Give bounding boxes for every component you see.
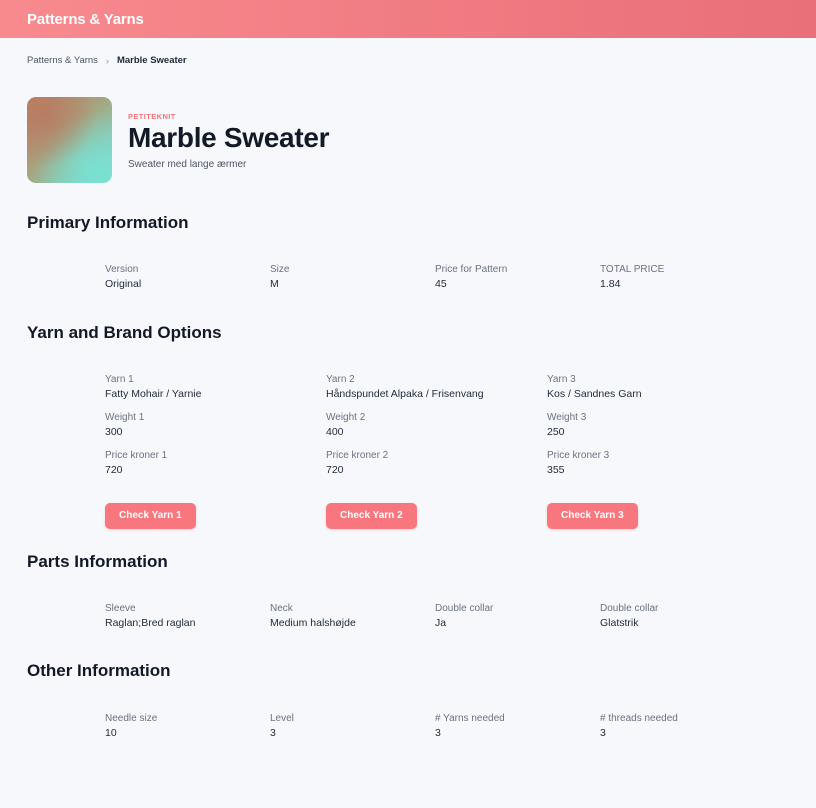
yarn-label: Yarn 3 (547, 374, 576, 385)
field-label: Version (105, 264, 139, 275)
top-bar: Patterns & Yarns (0, 0, 816, 38)
field-value: 45 (435, 278, 447, 290)
yarn-value: Kos / Sandnes Garn (547, 388, 642, 400)
other-information-heading: Other Information (27, 661, 171, 680)
app-title[interactable]: Patterns & Yarns (27, 11, 144, 28)
weight-label: Weight 1 (105, 412, 145, 423)
check-yarn-1-button[interactable]: Check Yarn 1 (105, 503, 196, 529)
field-label: TOTAL PRICE (600, 264, 665, 275)
price-value: 720 (326, 464, 344, 476)
field-needle-size: Needle size 10 (105, 713, 270, 739)
weight-value: 400 (326, 426, 344, 438)
weight-label: Weight 3 (547, 412, 587, 423)
price-label: Price kroner 3 (547, 450, 610, 461)
yarn-option-3: Yarn 3 Kos / Sandnes Garn Weight 3 250 P… (547, 374, 768, 529)
field-label: Double collar (600, 603, 659, 614)
field-value: 1.84 (600, 278, 621, 290)
field-label: Needle size (105, 713, 158, 724)
yarn-options-grid: Yarn 1 Fatty Mohair / Yarnie Weight 1 30… (105, 374, 768, 529)
price-value: 720 (105, 464, 123, 476)
pattern-thumbnail (27, 97, 112, 183)
price-label: Price kroner 2 (326, 450, 389, 461)
field-double-collar: Double collar Ja (435, 603, 600, 629)
field-label: Sleeve (105, 603, 136, 614)
field-value: Original (105, 278, 142, 290)
breadcrumb-current: Marble Sweater (116, 55, 187, 66)
field-value: 3 (600, 727, 606, 739)
field-price-for-pattern: Price for Pattern 45 (435, 264, 600, 290)
yarn-option-1: Yarn 1 Fatty Mohair / Yarnie Weight 1 30… (105, 374, 326, 529)
price-label: Price kroner 1 (105, 450, 168, 461)
weight-value: 300 (105, 426, 123, 438)
pattern-brand: PETITEKNIT (128, 112, 176, 121)
primary-information-heading: Primary Information (27, 213, 189, 232)
parts-information-heading: Parts Information (27, 552, 168, 571)
check-yarn-3-button[interactable]: Check Yarn 3 (547, 503, 638, 529)
field-value: Raglan;Bred raglan (105, 617, 196, 629)
pattern-subtitle: Sweater med lange ærmer (128, 159, 247, 170)
field-total-price: TOTAL PRICE 1.84 (600, 264, 765, 290)
field-label: Level (270, 713, 294, 724)
chevron-right-icon: › (105, 55, 109, 66)
field-label: Neck (270, 603, 293, 614)
field-double-collar-2: Double collar Glatstrik (600, 603, 765, 629)
field-value: Medium halshøjde (270, 617, 356, 629)
yarn-options-heading: Yarn and Brand Options (27, 323, 222, 342)
field-label: Size (270, 264, 290, 275)
field-neck: Neck Medium halshøjde (270, 603, 435, 629)
yarn-option-2: Yarn 2 Håndspundet Alpaka / Frisenvang W… (326, 374, 547, 529)
field-label: Price for Pattern (435, 264, 508, 275)
field-value: Glatstrik (600, 617, 639, 629)
primary-information-fields: Version Original Size M Price for Patter… (105, 264, 765, 290)
field-threads-needed: # threads needed 3 (600, 713, 765, 739)
yarn-value: Håndspundet Alpaka / Frisenvang (326, 388, 484, 400)
yarn-label: Yarn 1 (105, 374, 134, 385)
pattern-header: PETITEKNIT Marble Sweater Sweater med la… (27, 97, 330, 183)
field-label: Double collar (435, 603, 494, 614)
field-value: Ja (435, 617, 447, 629)
check-yarn-2-button[interactable]: Check Yarn 2 (326, 503, 417, 529)
page-title: Marble Sweater (128, 122, 330, 153)
field-value: 3 (270, 727, 276, 739)
price-value: 355 (547, 464, 565, 476)
yarn-label: Yarn 2 (326, 374, 355, 385)
field-sleeve: Sleeve Raglan;Bred raglan (105, 603, 270, 629)
breadcrumb: Patterns & Yarns › Marble Sweater (27, 55, 187, 66)
parts-information-fields: Sleeve Raglan;Bred raglan Neck Medium ha… (105, 603, 765, 629)
weight-label: Weight 2 (326, 412, 366, 423)
field-value: 3 (435, 727, 441, 739)
field-value: M (270, 278, 279, 290)
field-level: Level 3 (270, 713, 435, 739)
field-label: # threads needed (600, 713, 678, 724)
other-information-fields: Needle size 10 Level 3 # Yarns needed 3 … (105, 713, 765, 739)
field-size: Size M (270, 264, 435, 290)
field-yarns-needed: # Yarns needed 3 (435, 713, 600, 739)
field-version: Version Original (105, 264, 270, 290)
field-label: # Yarns needed (435, 713, 505, 724)
field-value: 10 (105, 727, 117, 739)
weight-value: 250 (547, 426, 565, 438)
yarn-value: Fatty Mohair / Yarnie (105, 388, 202, 400)
breadcrumb-root-link[interactable]: Patterns & Yarns (27, 55, 98, 66)
